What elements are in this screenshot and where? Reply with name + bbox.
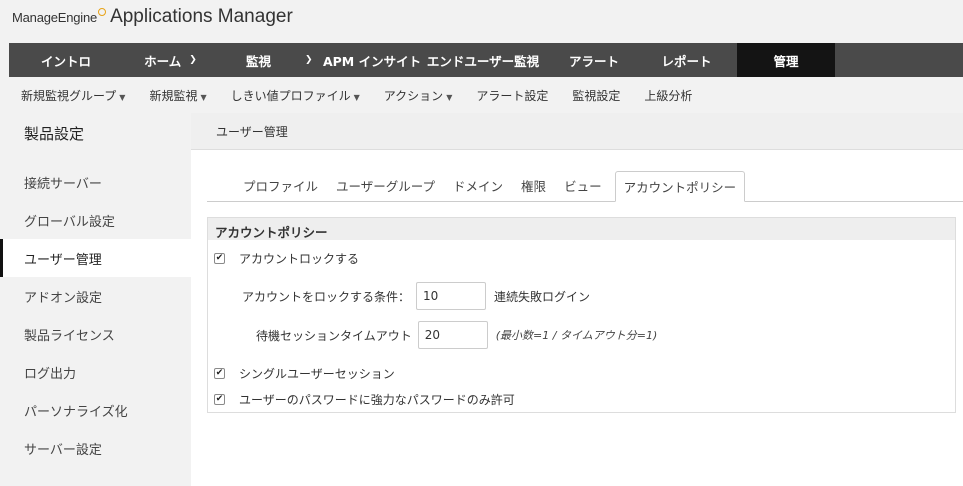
- idle-timeout-label: 待機セッションタイムアウト: [256, 328, 412, 343]
- tab-bar: プロファイル ユーザーグループ ドメイン 権限 ビュー アカウントポリシー: [207, 171, 963, 202]
- sidebar-item-connected-servers[interactable]: 接続サーバー: [0, 163, 191, 201]
- lock-condition-input[interactable]: [416, 282, 487, 310]
- nav-monitor-label: 監視: [246, 53, 272, 69]
- nav-reports[interactable]: レポート: [636, 43, 737, 77]
- nav-alerts[interactable]: アラート: [552, 43, 636, 77]
- single-session-row: ✔ シングルユーザーセッション: [214, 365, 395, 382]
- nav-home[interactable]: ホーム ❯: [123, 43, 218, 77]
- sidebar-item-label: パーソナライズ化: [24, 404, 128, 420]
- nav-home-label: ホーム: [144, 53, 182, 69]
- chevron-down-icon[interactable]: ❯: [189, 55, 197, 65]
- strong-password-checkbox[interactable]: ✔: [214, 394, 225, 405]
- subnav-item-label: 監視設定: [572, 88, 621, 103]
- lock-condition-row: アカウントをロックする条件： 連続失敗ログイン: [242, 282, 590, 310]
- content-header: ユーザー管理: [191, 113, 963, 150]
- idle-timeout-input[interactable]: [417, 321, 488, 349]
- content-area: ユーザー管理 プロファイル ユーザーグループ ドメイン 権限 ビュー アカウント…: [191, 113, 963, 486]
- sidebar-title: 製品設定: [24, 125, 85, 143]
- sidebar-item-product-license[interactable]: 製品ライセンス: [0, 315, 191, 353]
- tab-user-groups[interactable]: ユーザーグループ: [327, 176, 444, 201]
- strong-password-row: ✔ ユーザーのパスワードに強力なパスワードのみ許可: [214, 391, 515, 408]
- caret-down-icon: ▼: [446, 92, 453, 102]
- panel-title: アカウントポリシー: [208, 218, 955, 240]
- subnav-alert-settings[interactable]: アラート設定: [476, 87, 548, 104]
- sidebar-item-user-management[interactable]: ユーザー管理: [0, 239, 191, 277]
- sidebar-item-label: ログ出力: [24, 366, 77, 382]
- subnav-item-label: 上級分析: [644, 88, 693, 103]
- nav-monitor[interactable]: 監視 ❯: [218, 43, 330, 77]
- subnav-monitor-settings[interactable]: 監視設定: [572, 87, 620, 104]
- nav-admin-label: 管理: [773, 53, 799, 69]
- lock-account-row: ✔ アカウントロックする: [214, 250, 359, 267]
- app-title: Applications Manager: [110, 6, 293, 27]
- main-nav: イントロ ホーム ❯ 監視 ❯ APM インサイト エンドユーザー監視 アラート…: [9, 43, 963, 77]
- sidebar-item-label: 製品ライセンス: [24, 328, 115, 344]
- caret-down-icon: ▼: [200, 92, 207, 102]
- top-bar: ManageEngine Applications Manager: [0, 0, 963, 40]
- account-policy-panel: アカウントポリシー ✔ アカウントロックする アカウントをロックする条件： 連続…: [207, 217, 956, 413]
- subnav-advanced-analytics[interactable]: 上級分析: [644, 87, 692, 104]
- sidebar-item-label: 接続サーバー: [24, 176, 102, 192]
- nav-intro[interactable]: イントロ: [9, 43, 123, 77]
- lock-account-checkbox[interactable]: ✔: [214, 253, 225, 264]
- nav-apm-insight[interactable]: APM インサイト: [323, 43, 421, 77]
- sub-nav: 新規監視グループ ▼ 新規監視 ▼ しきい値プロファイル ▼ アクション ▼ アラート設…: [0, 80, 963, 110]
- nav-reports-label: レポート: [661, 53, 712, 69]
- sidebar-item-global-settings[interactable]: グローバル設定: [0, 201, 191, 239]
- sidebar-item-addon-settings[interactable]: アドオン設定: [0, 277, 191, 315]
- subnav-actions[interactable]: アクション ▼: [384, 87, 453, 104]
- sidebar-item-personalize[interactable]: パーソナライズ化: [0, 391, 191, 429]
- nav-end-user-label: エンドユーザー監視: [426, 53, 540, 69]
- tab-profile[interactable]: プロファイル: [234, 176, 327, 201]
- tab-domain[interactable]: ドメイン: [444, 176, 512, 201]
- sidebar-item-label: ユーザー管理: [24, 252, 102, 268]
- idle-timeout-hint: (最小数=1 / タイムアウト分=1): [495, 329, 658, 342]
- subnav-item-label: アラート設定: [476, 88, 549, 103]
- brand-name: ManageEngine: [12, 10, 98, 25]
- subnav-new-monitor-group[interactable]: 新規監視グループ ▼: [21, 87, 125, 104]
- caret-down-icon: ▼: [119, 92, 126, 102]
- sidebar-item-label: アドオン設定: [24, 290, 103, 306]
- nav-apm-insight-label: APM インサイト: [322, 53, 422, 69]
- sidebar-item-log-output[interactable]: ログ出力: [0, 353, 191, 391]
- app-logo[interactable]: ManageEngine Applications Manager: [12, 6, 293, 28]
- sidebar-item-server-settings[interactable]: サーバー設定: [0, 429, 191, 467]
- page-title: ユーザー管理: [216, 124, 288, 139]
- subnav-threshold-profile[interactable]: しきい値プロファイル ▼: [231, 87, 360, 104]
- strong-password-label: ユーザーのパスワードに強力なパスワードのみ許可: [239, 393, 515, 407]
- tab-views[interactable]: ビュー: [555, 176, 611, 201]
- nav-end-user-monitoring[interactable]: エンドユーザー監視: [414, 43, 552, 77]
- subnav-item-label: 新規監視グループ: [21, 88, 117, 103]
- lock-condition-label: アカウントをロックする条件：: [242, 289, 411, 304]
- sidebar: 製品設定 接続サーバー グローバル設定 ユーザー管理 アドオン設定 製品ライセン…: [0, 113, 191, 486]
- tab-account-policy[interactable]: アカウントポリシー: [614, 171, 746, 202]
- lock-condition-suffix: 連続失敗ログイン: [494, 289, 591, 304]
- nav-intro-label: イントロ: [40, 53, 91, 69]
- subnav-item-label: しきい値プロファイル: [230, 88, 351, 103]
- single-session-checkbox[interactable]: ✔: [214, 368, 225, 379]
- brand-mark-icon: [98, 8, 107, 16]
- single-session-label: シングルユーザーセッション: [239, 367, 395, 381]
- tab-permissions[interactable]: 権限: [512, 176, 555, 201]
- sidebar-item-label: サーバー設定: [24, 442, 102, 458]
- subnav-new-monitor[interactable]: 新規監視 ▼: [149, 87, 206, 104]
- chevron-down-icon[interactable]: ❯: [305, 55, 313, 65]
- subnav-item-label: アクション: [383, 88, 444, 103]
- subnav-item-label: 新規監視: [149, 88, 198, 103]
- caret-down-icon: ▼: [353, 92, 360, 102]
- idle-timeout-row: 待機セッションタイムアウト (最小数=1 / タイムアウト分=1): [256, 321, 657, 349]
- nav-admin[interactable]: 管理: [737, 43, 835, 77]
- sidebar-item-label: グローバル設定: [24, 214, 115, 230]
- lock-account-label: アカウントロックする: [239, 252, 360, 266]
- nav-alerts-label: アラート: [568, 53, 619, 69]
